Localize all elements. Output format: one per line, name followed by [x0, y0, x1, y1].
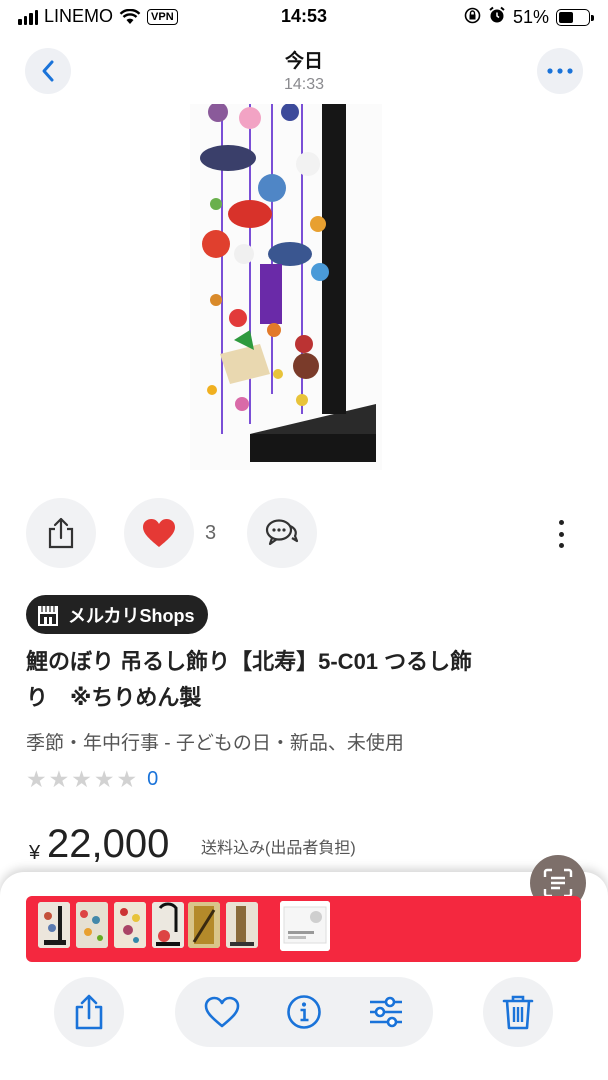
adjust-button[interactable]	[351, 977, 421, 1047]
info-icon	[287, 995, 321, 1029]
like-button[interactable]	[124, 498, 194, 568]
status-bar: LINEMO VPN 14:53 51%	[0, 0, 608, 34]
photo-thumbnail[interactable]	[188, 902, 220, 948]
page-subtitle: 14:33	[283, 76, 325, 93]
photo-thumbnail[interactable]	[114, 902, 146, 948]
shops-badge-label: メルカリShops	[68, 605, 195, 626]
like-count: 3	[205, 522, 217, 544]
delete-button[interactable]	[483, 977, 553, 1047]
share-button[interactable]	[26, 498, 96, 568]
share-icon	[75, 994, 103, 1030]
heart-icon	[143, 519, 175, 547]
comment-button[interactable]	[247, 498, 317, 568]
toolbar-share-button[interactable]	[54, 977, 124, 1047]
comment-icon	[265, 519, 299, 546]
share-icon	[48, 517, 74, 549]
star-icon: ★	[48, 766, 70, 792]
orientation-lock-icon	[464, 7, 481, 29]
hanging-decoration-illustration	[190, 104, 382, 470]
product-title-line1: 鯉のぼり 吊るし飾り【北寿】5-C01 つるし飾	[26, 649, 473, 674]
price: 22,000	[47, 822, 170, 866]
rating-count: 0	[147, 767, 159, 790]
heart-outline-icon	[204, 996, 240, 1028]
live-text-icon	[543, 868, 573, 898]
product-title-line2: り ※ちりめん製	[26, 685, 202, 710]
shipping-note: 送料込み(出品者負担)	[201, 840, 356, 857]
star-icon: ★	[93, 766, 115, 792]
battery-percent: 51%	[512, 7, 549, 27]
alarm-icon	[488, 6, 506, 29]
photo-thumbnail[interactable]	[152, 902, 184, 948]
photo-thumbnail[interactable]	[38, 902, 70, 948]
star-icon: ★	[71, 766, 92, 792]
battery-fill	[559, 12, 574, 23]
sliders-icon	[370, 996, 402, 1028]
price-currency: ¥	[29, 842, 41, 864]
star-icon: ★	[26, 766, 47, 792]
more-options-button[interactable]	[537, 48, 583, 94]
photo-thumbnail[interactable]	[226, 902, 258, 948]
toolbar-pill-group	[175, 977, 433, 1047]
ellipsis-icon	[547, 68, 573, 74]
info-button[interactable]	[269, 977, 339, 1047]
item-menu-button[interactable]	[553, 517, 569, 551]
favorite-button[interactable]	[187, 977, 257, 1047]
status-right: 51%	[464, 6, 594, 29]
product-category[interactable]: 季節・年中行事 - 子どもの日・新品、未使用	[26, 728, 404, 755]
product-image[interactable]	[190, 104, 382, 470]
photo-thumbnail-strip[interactable]	[26, 896, 581, 962]
star-icon: ★	[116, 766, 138, 792]
product-title: 鯉のぼり 吊るし飾り【北寿】5-C01 つるし飾 り ※ちりめん製	[26, 644, 576, 716]
photo-thumbnail[interactable]	[76, 902, 108, 948]
photo-thumbnail-selected[interactable]	[280, 901, 330, 951]
page-title: 今日	[284, 51, 323, 72]
rating[interactable]: ★ ★ ★ ★ ★ 0	[26, 767, 158, 791]
trash-icon	[502, 995, 534, 1030]
shop-icon	[38, 605, 58, 626]
battery-icon	[556, 9, 594, 26]
shops-badge[interactable]: メルカリShops	[26, 595, 209, 634]
